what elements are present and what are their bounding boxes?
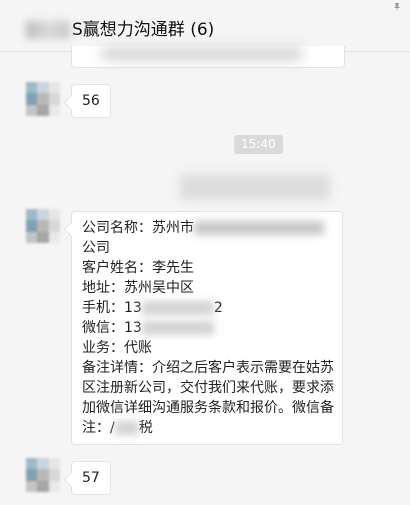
- chat-title[interactable]: S赢想力沟通群 (6): [26, 15, 214, 40]
- redacted-phone: [141, 301, 214, 315]
- avatar[interactable]: [26, 82, 60, 116]
- redacted-content: [102, 48, 302, 60]
- customer-info-message[interactable]: 公司名称：苏州市 公司 客户姓名：李先生 地址：苏州吴中区 手机：13 2 微信：…: [71, 211, 343, 445]
- message-text: 56: [82, 93, 100, 109]
- avatar[interactable]: [26, 209, 60, 243]
- redacted-remark: [114, 421, 139, 435]
- remark-line: 备注详情：介绍之后客户表示需要在姑苏区注册新公司，交付我们来代账，要求添加微信详…: [82, 360, 334, 436]
- avatar[interactable]: [26, 458, 60, 492]
- company-name-line: 公司名称：苏州市: [82, 218, 334, 238]
- timestamp: 15:40: [234, 135, 283, 154]
- chat-title-text: S赢想力沟通群 (6): [72, 20, 215, 40]
- message-text: 57: [82, 470, 100, 486]
- redacted-wechat: [141, 321, 214, 335]
- phone-line: 手机：13 2: [82, 300, 223, 316]
- message-bubble[interactable]: 57: [71, 461, 111, 495]
- redacted-title-prefix: [26, 21, 70, 39]
- company-name-tail: 公司: [82, 240, 110, 256]
- business-line: 业务：代账: [82, 340, 152, 356]
- customer-name-line: 客户姓名：李先生: [82, 260, 194, 276]
- redacted-company: [194, 221, 324, 235]
- redacted-outgoing-message[interactable]: [180, 174, 330, 200]
- wechat-line: 微信：13: [82, 318, 334, 338]
- pin-icon[interactable]: [392, 2, 402, 15]
- chat-header: S赢想力沟通群 (6): [0, 0, 410, 52]
- previous-message-bubble[interactable]: [71, 46, 345, 68]
- address-line: 地址：苏州吴中区: [82, 280, 194, 296]
- message-bubble[interactable]: 56: [71, 84, 111, 118]
